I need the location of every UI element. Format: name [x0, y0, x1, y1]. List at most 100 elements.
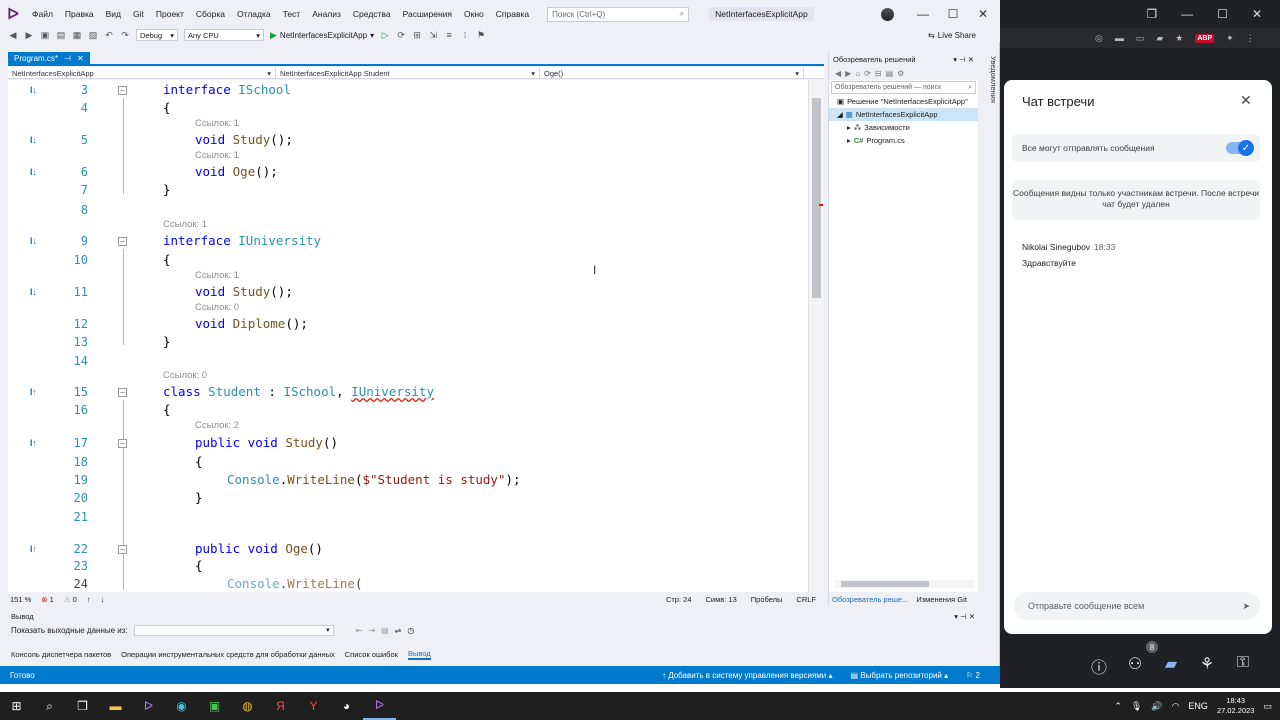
clock[interactable]: 18:43 27.02.2023 [1217, 696, 1255, 716]
configuration-select[interactable]: Debug ▾ [136, 29, 178, 41]
menu-analyze[interactable]: Анализ [306, 9, 347, 19]
menu-test[interactable]: Тест [277, 9, 307, 19]
menu-help[interactable]: Справка [490, 9, 535, 19]
send-icon[interactable]: ➤ [1242, 601, 1250, 612]
line-indicator[interactable]: Стр: 24 [666, 595, 692, 604]
tab-error-list[interactable]: Список ошибок [345, 650, 398, 659]
new-project-icon[interactable]: ▣ [40, 30, 50, 40]
back-icon[interactable]: ◀ [8, 30, 18, 40]
implementation-marker-icon[interactable]: I↑ [30, 387, 37, 397]
pin-icon[interactable]: ⊣ [64, 54, 71, 63]
collapse-icon[interactable]: − [118, 545, 127, 554]
save-all-icon[interactable]: ▧ [88, 30, 98, 40]
close-tab-icon[interactable]: ✕ [77, 54, 84, 63]
visual-studio-active-icon[interactable]: ᐅ [363, 692, 396, 720]
activities-icon[interactable]: ⚘ [1198, 654, 1216, 678]
implementation-marker-icon[interactable]: I↓ [30, 287, 37, 297]
zoom-select[interactable]: 151 % [10, 595, 31, 604]
volume-icon[interactable]: 🔊 [1151, 701, 1162, 712]
chat-icon[interactable]: ▰ [1162, 654, 1180, 678]
chevron-up-icon[interactable]: ⌃ [1114, 701, 1122, 712]
solution-search-input[interactable]: Обозреватель решений — поиск ⌕ [831, 81, 976, 94]
code-editor[interactable]: I↓ 3 − interface ISchool 4 { Ссылок: 1 I… [8, 80, 816, 592]
output-source-select[interactable]: ▾ [133, 624, 334, 636]
participants-icon[interactable]: ⚇ [1126, 654, 1144, 678]
back-icon[interactable]: ◀ [835, 69, 841, 78]
wifi-icon[interactable]: ◠ [1172, 701, 1180, 712]
microphone-icon[interactable]: 🎙 [1131, 701, 1142, 712]
maximize-icon[interactable]: ☐ [1217, 7, 1228, 21]
pin-icon[interactable]: ⊣ [960, 612, 967, 621]
scrollbar-thumb[interactable] [812, 98, 821, 298]
restore-icon[interactable]: ❐ [1146, 7, 1157, 21]
browse-icon[interactable]: ⊞ [412, 30, 422, 40]
implementation-marker-icon[interactable]: I↓ [30, 135, 37, 145]
tab-package-manager-console[interactable]: Консоль диспетчера пакетов [11, 650, 111, 659]
tab-git-changes[interactable]: Изменения Git [916, 595, 967, 604]
start-debug-button[interactable]: ▶ NetInterfacesExplicitApp ▾ [270, 30, 374, 41]
tab-program-cs[interactable]: Program.cs* ⊣ ✕ [8, 52, 90, 64]
chevron-down-icon[interactable]: ▾ [953, 55, 957, 64]
expand-arrow-icon[interactable]: ◢ [837, 110, 843, 119]
account-avatar[interactable] [881, 8, 894, 21]
project-nav-select[interactable]: NetInterfacesExplicitApp ▾ [8, 67, 276, 79]
implementation-marker-icon[interactable]: I↑ [30, 544, 37, 554]
references-codelens[interactable]: Ссылок: 0 [163, 370, 207, 381]
allow-messages-toggle[interactable]: ✓ [1226, 140, 1254, 156]
implementation-marker-icon[interactable]: I↓ [30, 167, 37, 177]
chevron-down-icon[interactable]: ▾ [954, 612, 958, 621]
comment-icon[interactable]: ⁝ [460, 30, 470, 40]
references-codelens[interactable]: Ссылок: 0 [195, 302, 239, 313]
step-icon[interactable]: ⇲ [428, 30, 438, 40]
pin-icon[interactable]: ⊣ [959, 55, 966, 64]
down-arrow-icon[interactable]: ↓ [101, 595, 105, 604]
menu-tools[interactable]: Средства [347, 9, 397, 19]
menu-edit[interactable]: Правка [59, 9, 100, 19]
tab-output[interactable]: Вывод [407, 649, 431, 660]
tree-item-project[interactable]: ◢ ▦ NetInterfacesExplicitApp [829, 108, 978, 121]
collapse-icon[interactable]: − [118, 86, 127, 95]
store-icon[interactable]: ▣ [198, 692, 231, 720]
start-without-debug-icon[interactable]: ▷ [380, 30, 390, 40]
clear-all-icon[interactable]: ▤ [381, 626, 389, 635]
save-icon[interactable]: ▦ [72, 30, 82, 40]
references-codelens[interactable]: Ссылок: 1 [195, 150, 239, 161]
menu-debug[interactable]: Отладка [231, 9, 277, 19]
forward-icon[interactable]: ▶ [845, 69, 851, 78]
member-nav-select[interactable]: Oge() ▾ [540, 67, 804, 79]
collapse-icon[interactable]: − [118, 439, 127, 448]
class-nav-select[interactable]: NetInterfacesExplicitApp.Student ▾ [276, 67, 540, 79]
adblock-icon[interactable]: ABP [1195, 33, 1215, 43]
collapse-icon[interactable]: − [118, 388, 127, 397]
chrome-icon[interactable]: ◍ [231, 692, 264, 720]
menu-window[interactable]: Окно [458, 9, 490, 19]
search-icon[interactable]: ⌕ [33, 692, 66, 720]
refresh-icon[interactable]: ⟳ [396, 30, 406, 40]
word-wrap-icon[interactable]: ⇌ [395, 626, 402, 635]
forward-icon[interactable]: ▶ [24, 30, 34, 40]
find-icon[interactable]: ⇤ [356, 626, 363, 635]
tree-item-program-cs[interactable]: ▸ C# Program.cs [829, 134, 978, 147]
chat-message-input[interactable]: Отправьте сообщение всем ➤ [1014, 592, 1260, 620]
maximize-icon[interactable]: ☐ [938, 0, 968, 28]
menu-file[interactable]: Файл [26, 9, 59, 19]
chat-bubble-icon[interactable]: ▰ [1156, 33, 1163, 44]
notification-center-icon[interactable]: ▭ [1263, 701, 1272, 712]
tree-item-solution[interactable]: ▣ Решение "NetInterfacesExplicitApp" [829, 95, 978, 108]
implementation-marker-icon[interactable]: I↑ [30, 438, 37, 448]
menu-icon[interactable]: ⋮ [1246, 33, 1255, 44]
platform-select[interactable]: Any CPU ▾ [184, 29, 264, 41]
yandex-icon[interactable]: Я [264, 692, 297, 720]
select-repository-button[interactable]: ▤ Выбрать репозиторий ▴ [851, 671, 949, 680]
close-icon[interactable]: ✕ [968, 0, 998, 28]
references-codelens[interactable]: Ссылок: 1 [195, 270, 239, 281]
sync-icon[interactable]: ⟳ [864, 69, 871, 78]
implementation-marker-icon[interactable]: I↓ [30, 85, 37, 95]
show-all-icon[interactable]: ▤ [886, 69, 894, 78]
open-icon[interactable]: ▤ [56, 30, 66, 40]
close-icon[interactable]: ✕ [969, 612, 975, 621]
language-indicator[interactable]: ENG [1188, 701, 1208, 711]
live-share-button[interactable]: ⇆ Live Share [928, 31, 976, 40]
format-icon[interactable]: ≡ [444, 30, 454, 40]
windows-start-icon[interactable]: ⊞ [0, 692, 33, 720]
